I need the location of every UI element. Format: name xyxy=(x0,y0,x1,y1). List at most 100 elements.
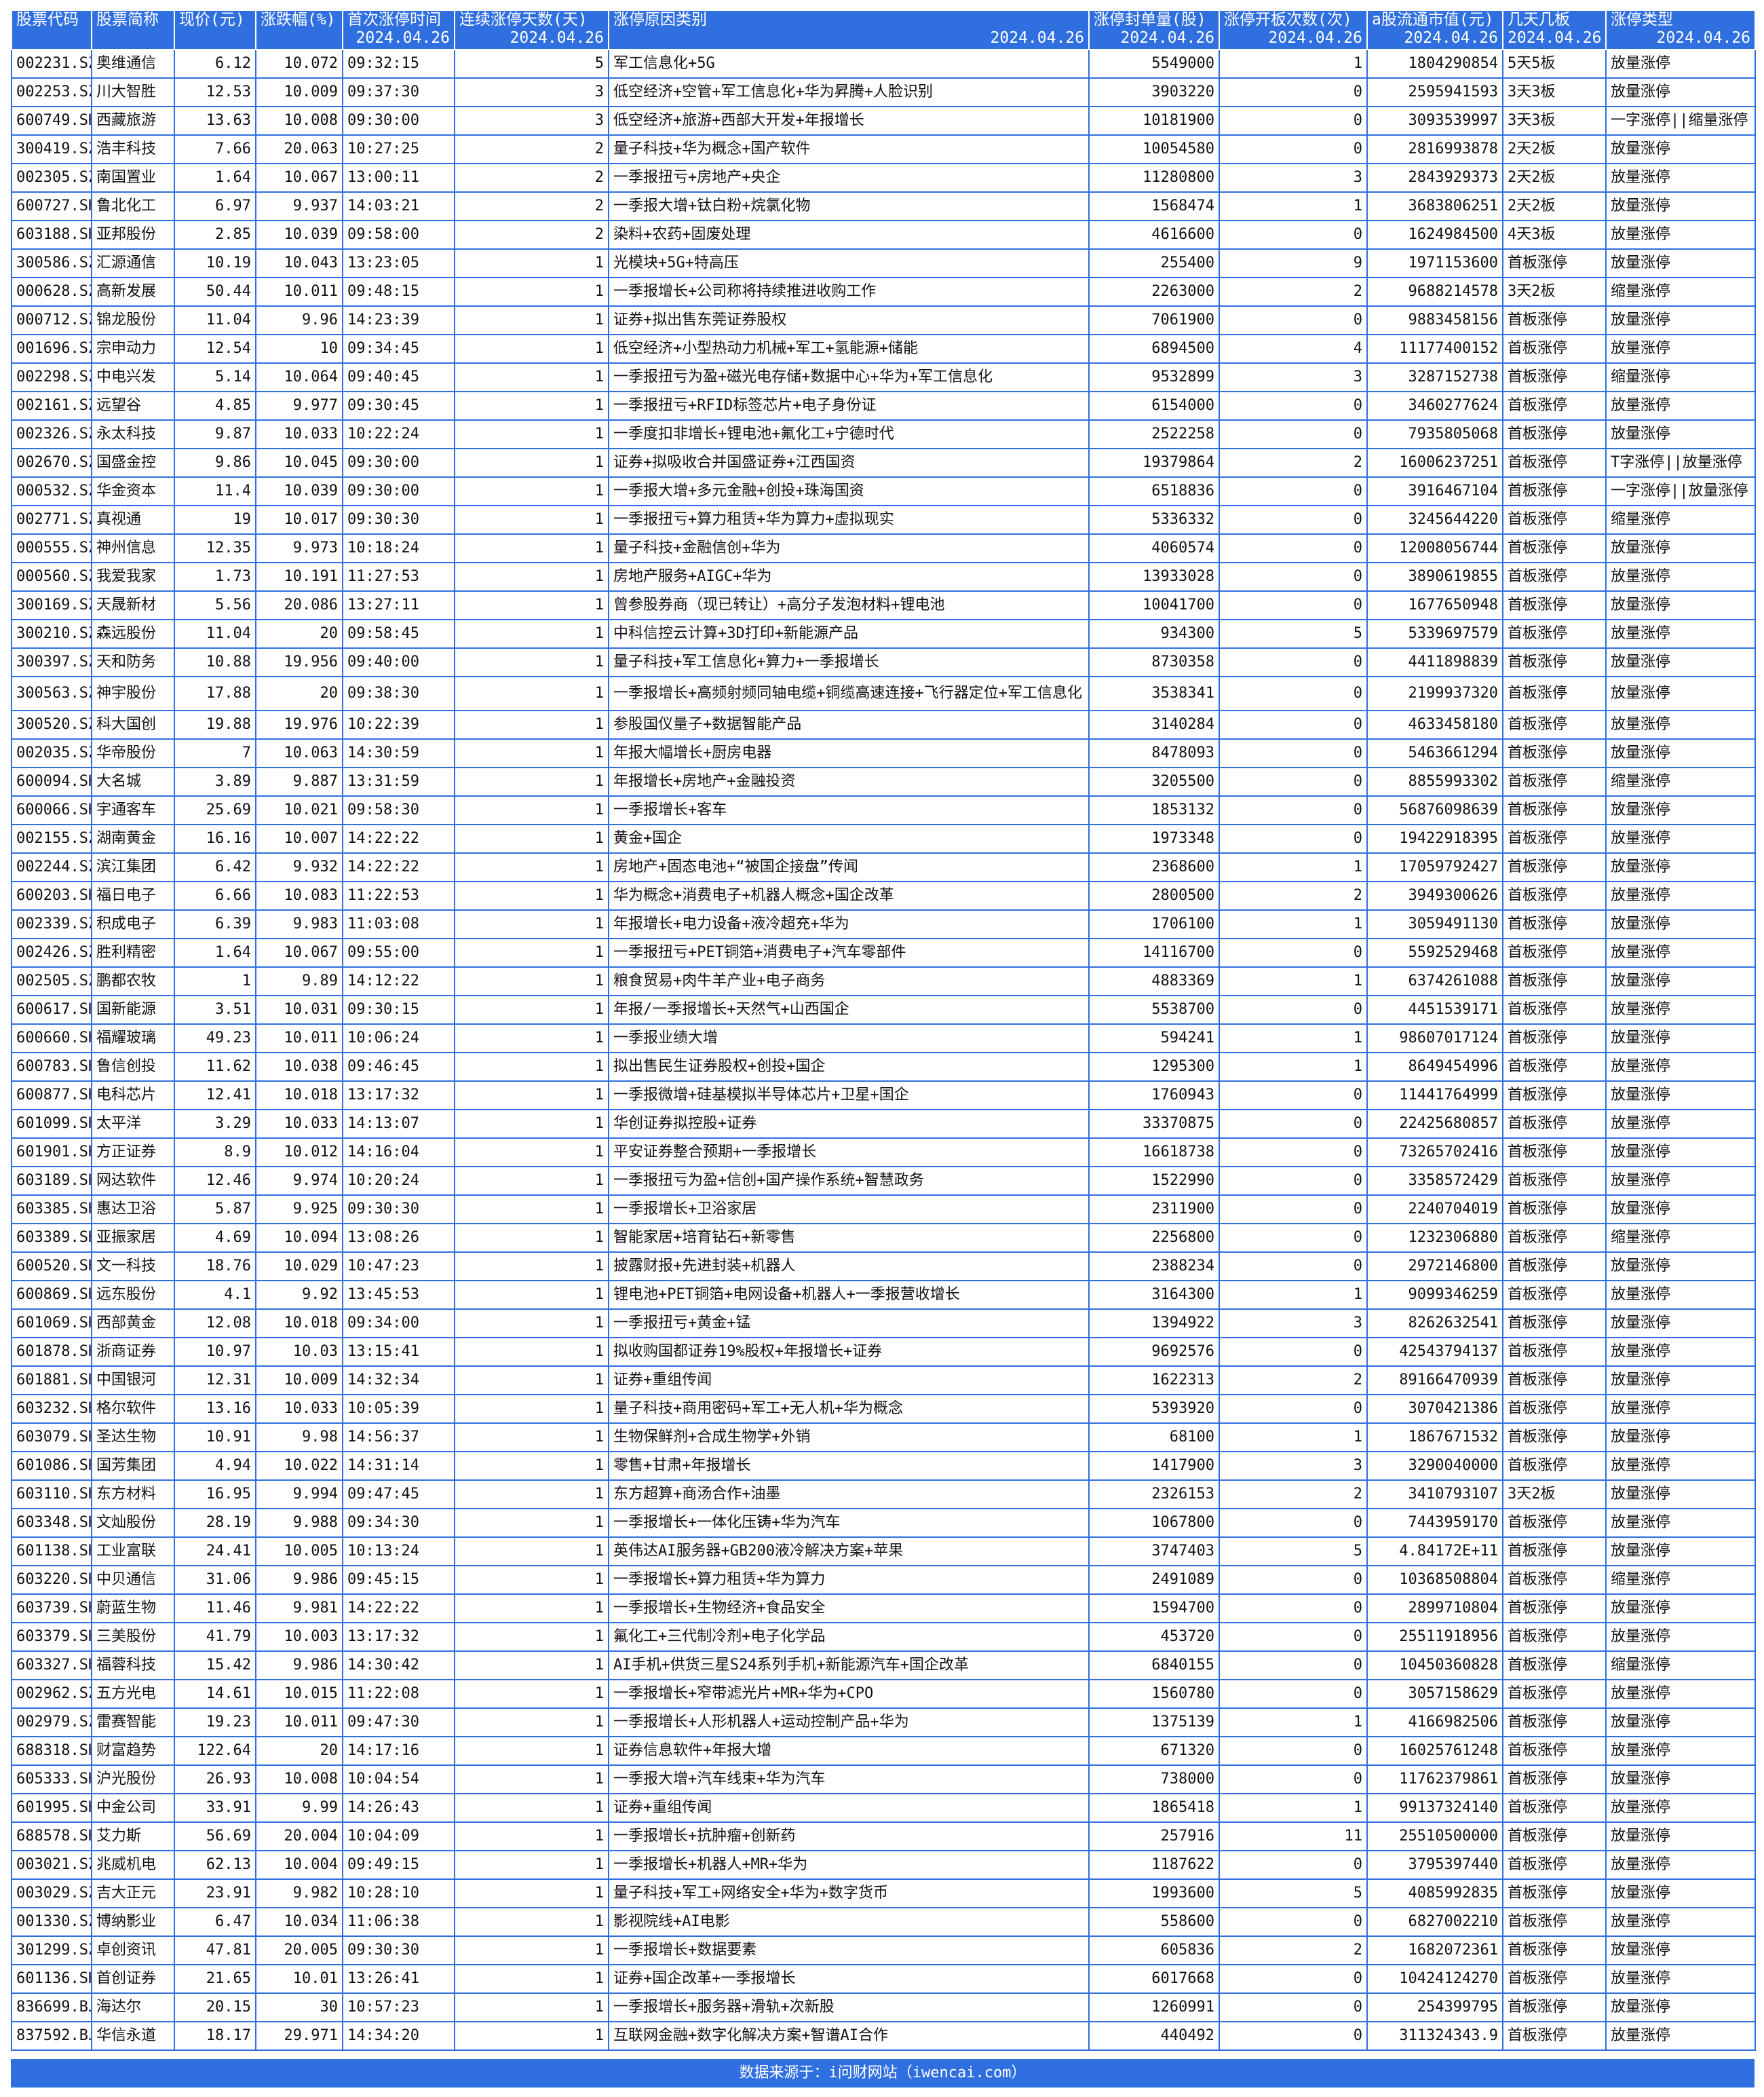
table-row[interactable]: 600520.SH 文一科技 18.76 10.029 10:47:23 1 披露财报+先进… xyxy=(11,1251,1756,1281)
table-row[interactable]: 603220.SH 中贝通信 31.06 9.986 09:45:15 1 一季报增长+算力… xyxy=(11,1565,1756,1595)
column-header-seal-volume[interactable]: 涨停封单量(股) 2024.04.26 xyxy=(1088,10,1220,50)
table-row[interactable]: 001330.SZ 博纳影业 6.47 10.034 11:06:38 1 影视院线+AI电… xyxy=(11,1907,1756,1937)
table-row[interactable]: 001696.SZ 宗申动力 12.54 10 09:34:45 1 低空经济+小型热动力机… xyxy=(11,334,1756,364)
table-row[interactable]: 002298.SZ 中电兴发 5.14 10.064 09:40:45 1 一季报扭亏为盈+… xyxy=(11,362,1756,392)
table-row[interactable]: 601995.SH 中金公司 33.91 9.99 14:26:43 1 证券+重组传闻 18… xyxy=(11,1793,1756,1823)
table-row[interactable]: 002962.SZ 五方光电 14.61 10.015 11:22:08 1 一季报增长+窄… xyxy=(11,1679,1756,1709)
table-row[interactable]: 836699.BJ 海达尔 20.15 30 10:57:23 1 一季报增长+服务器+滑轨… xyxy=(11,1992,1756,2022)
table-row[interactable]: 688578.SH 艾力斯 56.69 20.004 10:04:09 1 一季报增长+抗肿… xyxy=(11,1821,1756,1851)
table-row[interactable]: 603348.SH 文灿股份 28.19 9.988 09:34:30 1 一季报增长+一体… xyxy=(11,1508,1756,1538)
column-header-float-market-cap[interactable]: a股流通市值(元) 2024.04.26 xyxy=(1366,10,1503,50)
table-row[interactable]: 003021.SZ 兆威机电 62.13 10.004 09:49:15 1 一季报增长+机… xyxy=(11,1850,1756,1880)
column-header-stock-code[interactable]: 股票代码 xyxy=(11,10,92,50)
table-row[interactable]: 603189.SH 网达软件 12.46 9.974 10:20:24 1 一季报扭亏为盈+… xyxy=(11,1166,1756,1196)
table-row[interactable]: 601881.SH 中国银河 12.31 10.009 14:32:34 1 证券+重组传闻… xyxy=(11,1365,1756,1395)
column-header-change-pct[interactable]: 涨跌幅(%) xyxy=(255,10,343,50)
table-row[interactable]: 601901.SH 方正证券 8.9 10.012 14:16:04 1 平安证券整合预期+… xyxy=(11,1137,1756,1167)
table-row[interactable]: 603110.SH 东方材料 16.95 9.994 09:47:45 1 东方超算+商汤合… xyxy=(11,1479,1756,1509)
cell-open-count: 1 xyxy=(1219,1023,1368,1053)
cell-float-market-cap: 1682072361 xyxy=(1366,1935,1503,1965)
column-header-label: 涨停封单量(股) xyxy=(1094,11,1206,29)
column-header-days-boards[interactable]: 几天几板 2024.04.26 xyxy=(1502,10,1607,50)
table-row[interactable]: 300520.SZ 科大国创 19.88 19.976 10:22:39 1 参股国仪量子+… xyxy=(11,710,1756,740)
column-header-limit-reason[interactable]: 涨停原因类别 2024.04.26 xyxy=(608,10,1090,50)
column-header-price[interactable]: 现价(元) xyxy=(174,10,256,50)
table-row[interactable]: 600094.SH 大名城 3.89 9.887 13:31:59 1 年报增长+房地产+金… xyxy=(11,767,1756,797)
table-row[interactable]: 002670.SZ 国盛金控 9.86 10.045 09:30:00 1 证券+拟吸收合并… xyxy=(11,448,1756,478)
table-row[interactable]: 002505.SZ 鹏都农牧 1 9.89 14:12:22 1 粮食贸易+肉牛羊产业+电子… xyxy=(11,966,1756,996)
table-row[interactable]: 300210.SZ 森远股份 11.04 20 09:58:45 1 中科信控云计算+3D打… xyxy=(11,619,1756,649)
cell-open-count: 0 xyxy=(1219,505,1368,535)
cell-float-market-cap: 1677650948 xyxy=(1366,590,1503,620)
table-row[interactable]: 600749.SH 西藏旅游 13.63 10.008 09:30:00 3 低空经济+旅游… xyxy=(11,106,1756,136)
cell-stock-code: 603385.SH xyxy=(11,1194,92,1224)
table-row[interactable]: 600660.SH 福耀玻璃 49.23 10.011 10:06:24 1 一季报业绩大增… xyxy=(11,1023,1756,1053)
table-row[interactable]: 603232.SH 格尔软件 13.16 10.033 10:05:39 1 量子科技+商用… xyxy=(11,1394,1756,1424)
table-row[interactable]: 837592.BJ 华信永道 18.17 29.971 14:34:20 1 互联网金融+数… xyxy=(11,2021,1756,2051)
table-row[interactable]: 002426.SZ 胜利精密 1.64 10.067 09:55:00 1 一季报扭亏+PE… xyxy=(11,938,1756,968)
table-row[interactable]: 002161.SZ 远望谷 4.85 9.977 09:30:45 1 一季报扭亏+RFID… xyxy=(11,391,1756,421)
table-row[interactable]: 601086.SH 国芳集团 4.94 10.022 14:31:14 1 零售+甘肃+年报… xyxy=(11,1451,1756,1481)
table-row[interactable]: 002305.SZ 南国置业 1.64 10.067 13:00:11 2 一季报扭亏+房地… xyxy=(11,163,1756,193)
table-row[interactable]: 300419.SZ 浩丰科技 7.66 20.063 10:27:25 2 量子科技+华为概… xyxy=(11,134,1756,164)
table-row[interactable]: 603389.SH 亚振家居 4.69 10.094 13:08:26 1 智能家居+培育钻… xyxy=(11,1223,1756,1253)
table-row[interactable]: 000560.SZ 我爱我家 1.73 10.191 11:27:53 1 房地产服务+AI… xyxy=(11,562,1756,592)
table-row[interactable]: 002771.SZ 真视通 19 10.017 09:30:30 1 一季报扭亏+算力租赁+… xyxy=(11,505,1756,535)
cell-consecutive-days: 1 xyxy=(454,1166,609,1196)
cell-float-market-cap: 10368508804 xyxy=(1366,1565,1503,1595)
cell-seal-volume: 2800500 xyxy=(1088,881,1220,911)
table-row[interactable]: 002155.SZ 湖南黄金 16.16 10.007 14:22:22 1 黄金+国企 19… xyxy=(11,824,1756,854)
cell-limit-reason: 参股国仪量子+数据智能产品 xyxy=(608,710,1090,740)
cell-float-market-cap: 5463661294 xyxy=(1366,738,1503,768)
table-row[interactable]: 301299.SZ 卓创资讯 47.81 20.005 09:30:30 1 一季报增长+数… xyxy=(11,1935,1756,1965)
table-row[interactable]: 000555.SZ 神州信息 12.35 9.973 10:18:24 1 量子科技+金融信… xyxy=(11,533,1756,563)
table-row[interactable]: 603379.SH 三美股份 41.79 10.003 13:17:32 1 氟化工+三代制… xyxy=(11,1622,1756,1652)
cell-first-limit-time: 14:16:04 xyxy=(342,1137,455,1167)
table-row[interactable]: 002339.SZ 积成电子 6.39 9.983 11:03:08 1 年报增长+电力设备… xyxy=(11,909,1756,939)
table-row[interactable]: 002326.SZ 永太科技 9.87 10.033 10:22:24 1 一季度扣非增长+… xyxy=(11,419,1756,449)
cell-stock-name: 亚邦股份 xyxy=(91,220,175,250)
table-row[interactable]: 603327.SH 福蓉科技 15.42 9.986 14:30:42 1 AI手机+供货三… xyxy=(11,1650,1756,1680)
table-row[interactable]: 600727.SH 鲁北化工 6.97 9.937 14:03:21 2 一季报大增+钛白粉… xyxy=(11,191,1756,221)
table-row[interactable]: 300586.SZ 汇源通信 10.19 10.043 13:23:05 1 光模块+5G+… xyxy=(11,248,1756,278)
column-header-consecutive-days[interactable]: 连续涨停天数(天) 2024.04.26 xyxy=(454,10,609,50)
table-row[interactable]: 000712.SZ 锦龙股份 11.04 9.96 14:23:39 1 证券+拟出售东莞证… xyxy=(11,305,1756,335)
table-row[interactable]: 002253.SZ 川大智胜 12.53 10.009 09:37:30 3 低空经济+空管… xyxy=(11,77,1756,107)
table-row[interactable]: 300397.SZ 天和防务 10.88 19.956 09:40:00 1 量子科技+军工… xyxy=(11,647,1756,677)
cell-float-market-cap: 89166470939 xyxy=(1366,1365,1503,1395)
table-row[interactable]: 603385.SH 惠达卫浴 5.87 9.925 09:30:30 1 一季报增长+卫浴家… xyxy=(11,1194,1756,1224)
table-row[interactable]: 002979.SZ 雷赛智能 19.23 10.011 09:47:30 1 一季报增长+人… xyxy=(11,1707,1756,1737)
table-row[interactable]: 601138.SH 工业富联 24.41 10.005 10:13:24 1 英伟达AI服务… xyxy=(11,1536,1756,1566)
column-header-stock-name[interactable]: 股票简称 xyxy=(91,10,175,50)
table-row[interactable]: 002035.SZ 华帝股份 7 10.063 14:30:59 1 年报大幅增长+厨房电器… xyxy=(11,738,1756,768)
table-row[interactable]: 601136.SH 首创证券 21.65 10.01 13:26:41 1 证券+国企改革+… xyxy=(11,1964,1756,1994)
column-header-open-count[interactable]: 涨停开板次数(次) 2024.04.26 xyxy=(1219,10,1368,50)
table-row[interactable]: 003029.SZ 吉大正元 23.91 9.982 10:28:10 1 量子科技+军工+… xyxy=(11,1878,1756,1908)
table-row[interactable]: 600617.SH 国新能源 3.51 10.031 09:30:15 1 年报/一季报增长… xyxy=(11,995,1756,1025)
table-row[interactable]: 600783.SH 鲁信创投 11.62 10.038 09:46:45 1 拟出售民生证券… xyxy=(11,1052,1756,1082)
cell-limit-reason: 证券+国企改革+一季报增长 xyxy=(608,1964,1090,1994)
table-row[interactable]: 300563.SZ 神宇股份 17.88 20 09:38:30 1 一季报增长+高频射频同… xyxy=(11,676,1756,711)
table-row[interactable]: 000628.SZ 高新发展 50.44 10.011 09:48:15 1 一季报增长+公… xyxy=(11,277,1756,307)
table-row[interactable]: 300169.SZ 天晟新材 5.56 20.086 13:27:11 1 曾参股券商（现已… xyxy=(11,590,1756,620)
table-row[interactable]: 600203.SH 福日电子 6.66 10.083 11:22:53 1 华为概念+消费电… xyxy=(11,881,1756,911)
table-row[interactable]: 603188.SH 亚邦股份 2.85 10.039 09:58:00 2 染料+农药+固废… xyxy=(11,220,1756,250)
cell-change-pct: 10.022 xyxy=(255,1451,343,1481)
table-row[interactable]: 600877.SH 电科芯片 12.41 10.018 13:17:32 1 一季报微增+硅… xyxy=(11,1080,1756,1110)
table-row[interactable]: 605333.SH 沪光股份 26.93 10.008 10:04:54 1 一季报大增+汽… xyxy=(11,1764,1756,1794)
column-header-first-limit-time[interactable]: 首次涨停时间 2024.04.26 xyxy=(342,10,455,50)
table-row[interactable]: 603079.SH 圣达生物 10.91 9.98 14:56:37 1 生物保鲜剂+合成生… xyxy=(11,1422,1756,1452)
table-row[interactable]: 601878.SH 浙商证券 10.97 10.03 13:15:41 1 拟收购国都证券1… xyxy=(11,1337,1756,1367)
column-header-limit-type[interactable]: 涨停类型 2024.04.26 xyxy=(1605,10,1756,50)
table-row[interactable]: 002244.SZ 滨江集团 6.42 9.932 14:22:22 1 房地产+固态电池+… xyxy=(11,852,1756,882)
table-row[interactable]: 000532.SZ 华金资本 11.4 10.039 09:30:00 1 一季报大增+多元… xyxy=(11,476,1756,506)
table-row[interactable]: 601069.SH 西部黄金 12.08 10.018 09:34:00 1 一季报扭亏+黄… xyxy=(11,1308,1756,1338)
table-row[interactable]: 600869.SH 远东股份 4.1 9.92 13:45:53 1 锂电池+PET铜箔+电… xyxy=(11,1280,1756,1310)
table-row[interactable]: 688318.SH 财富趋势 122.64 20 14:17:16 1 证券信息软件+年报大… xyxy=(11,1736,1756,1766)
table-row[interactable]: 002231.SZ 奥维通信 6.12 10.072 09:32:15 5 军工信息化+5G… xyxy=(11,49,1756,79)
cell-limit-type: 缩量涨停 xyxy=(1605,1223,1756,1253)
table-row[interactable]: 600066.SH 宇通客车 25.69 10.021 09:58:30 1 一季报增长+客… xyxy=(11,795,1756,825)
table-row[interactable]: 601099.SH 太平洋 3.29 10.033 14:13:07 1 华创证券拟控股+证… xyxy=(11,1109,1756,1139)
table-row[interactable]: 603739.SH 蔚蓝生物 11.46 9.981 14:22:22 1 一季报增长+生物… xyxy=(11,1593,1756,1623)
cell-stock-code: 601069.SH xyxy=(11,1308,92,1338)
